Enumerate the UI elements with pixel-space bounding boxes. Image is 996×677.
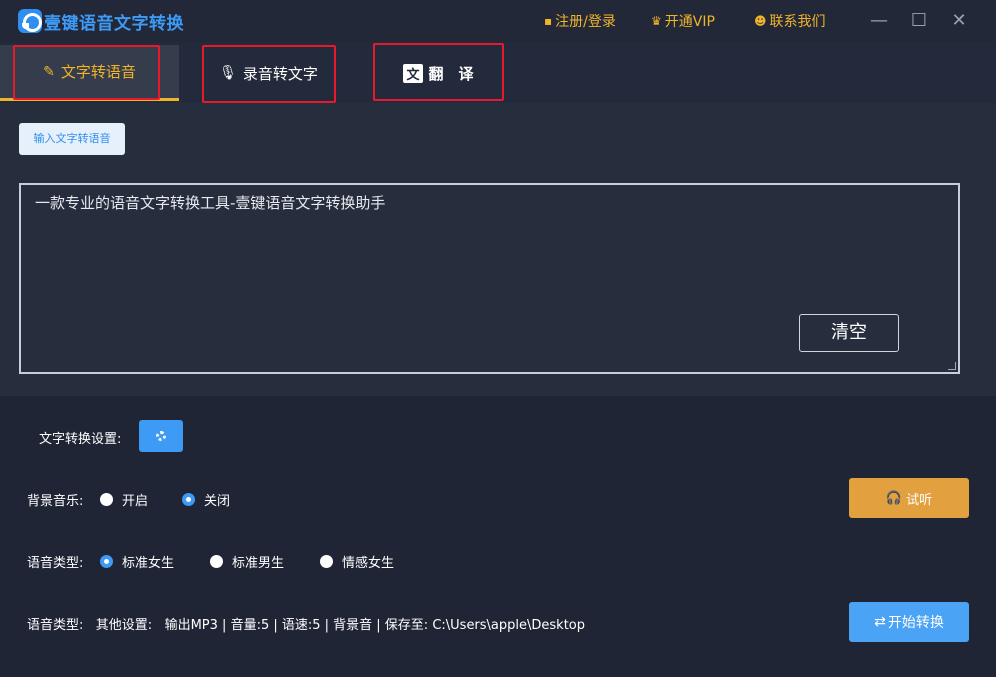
user-card-icon: ▪: [544, 14, 553, 28]
headphones-icon: 🎧: [885, 490, 903, 506]
listen-button-label: 试听: [906, 492, 933, 508]
bg-music-off-label: 关闭: [204, 494, 231, 509]
title-bar: 壹键语音文字转换 ▪ 注册/登录 ♛ 开通VIP ☻ 联系我们 — ☐ ✕: [0, 0, 996, 42]
voice-emotional-female-label: 情感女生: [342, 556, 395, 571]
app-title: 壹键语音文字转换: [44, 14, 184, 34]
tab-text-to-speech[interactable]: ✎ 文字转语音: [0, 45, 179, 101]
conversion-settings-label: 文字转换设置:: [39, 432, 122, 447]
radio-dot-checked: [100, 555, 113, 568]
bg-music-on-radio[interactable]: 开启: [100, 490, 148, 509]
listen-button[interactable]: 🎧 试听: [849, 478, 969, 518]
register-login-label: 注册/登录: [555, 14, 616, 30]
clear-button[interactable]: 清空: [799, 314, 899, 352]
voice-standard-female-radio[interactable]: 标准女生: [100, 552, 174, 571]
text-to-speech-icon: ✎: [43, 63, 55, 80]
radio-dot: [320, 555, 333, 568]
input-text-to-speech-button[interactable]: 输入文字转语音: [19, 123, 125, 155]
tab-recording-to-text-label: 录音转文字: [242, 64, 318, 83]
voice-standard-male-label: 标准男生: [232, 556, 285, 571]
radio-dot: [210, 555, 223, 568]
voice-standard-female-label: 标准女生: [122, 556, 175, 571]
gear-icon: [156, 431, 166, 441]
tab-text-to-speech-label: 文字转语音: [60, 63, 136, 81]
close-button[interactable]: ✕: [946, 8, 972, 34]
settings-summary: 语音类型: 其他设置: 输出MP3 | 音量:5 | 语速:5 | 背景音 | …: [27, 614, 585, 633]
crown-icon: ♛: [651, 14, 662, 28]
tab-translate[interactable]: 文 翻 译: [374, 45, 503, 101]
settings-gear-button[interactable]: [139, 420, 183, 452]
start-conversion-button[interactable]: ⇄ 开始转换: [849, 602, 969, 642]
voice-emotional-female-radio[interactable]: 情感女生: [320, 552, 394, 571]
settings-panel: 文字转换设置: 背景音乐: 开启 关闭 🎧 试听 语音类型: 标准女生 标准男生…: [0, 396, 996, 677]
bg-music-on-label: 开启: [122, 494, 149, 509]
text-input-value: 一款专业的语音文字转换工具-壹键语音文字转换助手: [35, 194, 386, 212]
minimize-button[interactable]: —: [866, 8, 892, 34]
radio-dot-checked: [182, 493, 195, 506]
translate-icon: 文: [403, 63, 423, 83]
resize-grip[interactable]: [948, 362, 956, 370]
register-login-link[interactable]: ▪ 注册/登录: [544, 11, 616, 31]
smile-icon: ☻: [754, 14, 767, 28]
microphone-icon: 🎙: [219, 65, 237, 81]
voice-type-label: 语音类型:: [27, 556, 84, 571]
radio-dot: [100, 493, 113, 506]
tab-bar: ✎ 文字转语音 🎙 录音转文字 文 翻 译: [0, 42, 996, 103]
contact-us-link[interactable]: ☻ 联系我们: [754, 11, 826, 31]
editor-panel: 输入文字转语音 一款专业的语音文字转换工具-壹键语音文字转换助手 清空: [0, 103, 996, 396]
status-summary-text: 输出MP3 | 音量:5 | 语速:5 | 背景音 | 保存至: C:\User…: [164, 618, 586, 633]
open-vip-link[interactable]: ♛ 开通VIP: [651, 11, 715, 31]
voice-standard-male-radio[interactable]: 标准男生: [210, 552, 284, 571]
tab-recording-to-text[interactable]: 🎙 录音转文字: [202, 45, 335, 101]
tab-translate-label: 翻 译: [428, 64, 474, 83]
start-conversion-label: 开始转换: [887, 615, 944, 631]
convert-icon: ⇄: [874, 614, 886, 630]
status-other-label: 其他设置:: [95, 618, 153, 633]
bg-music-off-radio[interactable]: 关闭: [182, 490, 230, 509]
status-voice-type-label: 语音类型:: [27, 618, 84, 633]
open-vip-label: 开通VIP: [664, 14, 715, 30]
maximize-button[interactable]: ☐: [906, 8, 932, 34]
bg-music-label: 背景音乐:: [27, 494, 84, 509]
app-logo-icon: [18, 9, 42, 33]
contact-us-label: 联系我们: [769, 14, 826, 30]
